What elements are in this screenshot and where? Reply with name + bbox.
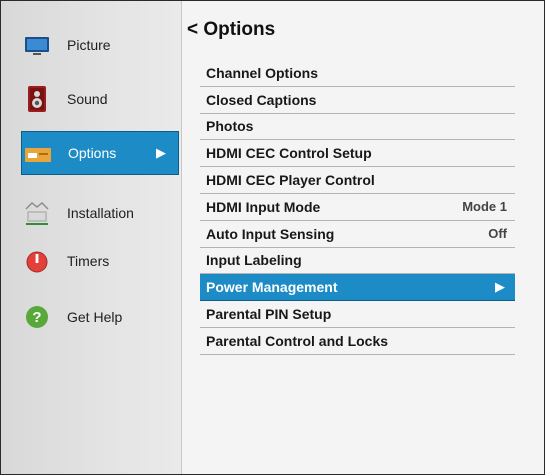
menu-item-hdmi-input-mode[interactable]: HDMI Input Mode Mode 1 xyxy=(200,194,515,221)
sidebar-item-label: Installation xyxy=(67,205,134,221)
sidebar-item-label: Get Help xyxy=(67,309,123,325)
menu-item-label: Input Labeling xyxy=(206,252,302,269)
svg-text:?: ? xyxy=(32,309,41,326)
tv-icon xyxy=(23,31,51,59)
menu-item-label: Closed Captions xyxy=(206,91,317,108)
help-icon: ? xyxy=(23,303,51,331)
speaker-icon xyxy=(23,85,51,113)
menu-item-label: HDMI CEC Control Setup xyxy=(206,145,372,162)
sidebar-item-label: Sound xyxy=(67,91,108,107)
power-icon xyxy=(23,247,51,275)
back-chevron-icon[interactable]: < xyxy=(187,19,198,40)
page-title: < Options xyxy=(187,19,275,41)
menu-item-label: Photos xyxy=(206,118,254,135)
sidebar-item-sound[interactable]: Sound xyxy=(1,77,181,121)
menu-item-parental-control-and-locks[interactable]: Parental Control and Locks xyxy=(200,328,515,355)
options-panel: < Options Channel Options Closed Caption… xyxy=(182,1,544,474)
menu-item-label: Power Management xyxy=(206,279,338,296)
menu-item-photos[interactable]: Photos xyxy=(200,114,515,141)
chevron-right-icon: ▶ xyxy=(495,279,505,295)
menu-item-power-management[interactable]: Power Management ▶ xyxy=(200,274,515,302)
page-title-text: Options xyxy=(203,19,276,40)
menu-item-label: Auto Input Sensing xyxy=(206,225,335,242)
tv-menu-screen: Picture Sound Options ▶ Installation Tim… xyxy=(0,0,545,475)
menu-item-label: Channel Options xyxy=(206,64,318,81)
options-icon xyxy=(24,140,52,168)
sidebar: Picture Sound Options ▶ Installation Tim… xyxy=(1,1,182,474)
options-menu: Channel Options Closed Captions Photos H… xyxy=(200,60,515,355)
sidebar-item-label: Timers xyxy=(67,253,110,269)
menu-item-label: HDMI Input Mode xyxy=(206,198,321,215)
sidebar-item-installation[interactable]: Installation xyxy=(1,191,181,235)
menu-item-hdmi-cec-control-setup[interactable]: HDMI CEC Control Setup xyxy=(200,140,515,168)
menu-item-label: HDMI CEC Player Control xyxy=(206,172,375,189)
menu-item-value: Off xyxy=(488,226,507,242)
sidebar-item-label: Picture xyxy=(67,37,111,53)
menu-item-hdmi-cec-player-control[interactable]: HDMI CEC Player Control xyxy=(200,167,515,194)
menu-item-auto-input-sensing[interactable]: Auto Input Sensing Off xyxy=(200,221,515,248)
menu-item-channel-options[interactable]: Channel Options xyxy=(200,60,515,87)
installation-icon xyxy=(23,199,51,227)
sidebar-item-timers[interactable]: Timers xyxy=(1,239,181,283)
sidebar-item-get-help[interactable]: ? Get Help xyxy=(1,295,181,339)
menu-item-label: Parental PIN Setup xyxy=(206,306,332,323)
menu-item-parental-pin-setup[interactable]: Parental PIN Setup xyxy=(200,301,515,328)
menu-item-label: Parental Control and Locks xyxy=(206,332,389,349)
sidebar-item-picture[interactable]: Picture xyxy=(1,23,181,67)
sidebar-item-options[interactable]: Options ▶ xyxy=(21,131,179,175)
sidebar-item-label: Options xyxy=(68,145,117,161)
menu-item-closed-captions[interactable]: Closed Captions xyxy=(200,87,515,114)
menu-item-value: Mode 1 xyxy=(462,199,507,215)
chevron-right-icon: ▶ xyxy=(156,145,166,160)
menu-item-input-labeling[interactable]: Input Labeling xyxy=(200,248,515,275)
